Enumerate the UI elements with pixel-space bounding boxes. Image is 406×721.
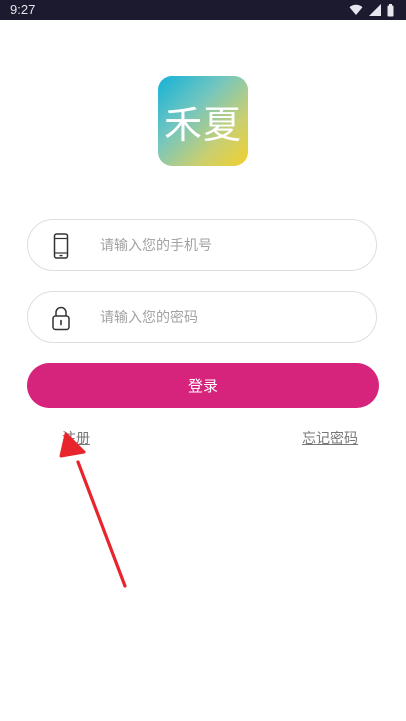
password-field <box>27 291 377 343</box>
phone-input[interactable] <box>98 232 362 260</box>
phone-icon <box>53 233 69 259</box>
password-input[interactable] <box>98 304 362 332</box>
status-bar: 9:27 <box>0 0 406 20</box>
status-icons <box>349 3 394 17</box>
forgot-password-link[interactable]: 忘记密码 <box>302 430 358 448</box>
app-logo: 禾夏 <box>158 76 248 166</box>
register-link[interactable]: 注册 <box>62 430 90 448</box>
signal-icon <box>369 4 381 16</box>
phone-field <box>27 219 377 271</box>
login-button[interactable]: 登录 <box>27 363 379 408</box>
login-button-label: 登录 <box>187 377 218 395</box>
battery-icon <box>387 3 394 16</box>
app-logo-text: 禾夏 <box>163 102 242 147</box>
lock-icon <box>52 306 70 331</box>
wifi-icon <box>349 4 363 16</box>
status-time: 9:27 <box>10 2 36 17</box>
